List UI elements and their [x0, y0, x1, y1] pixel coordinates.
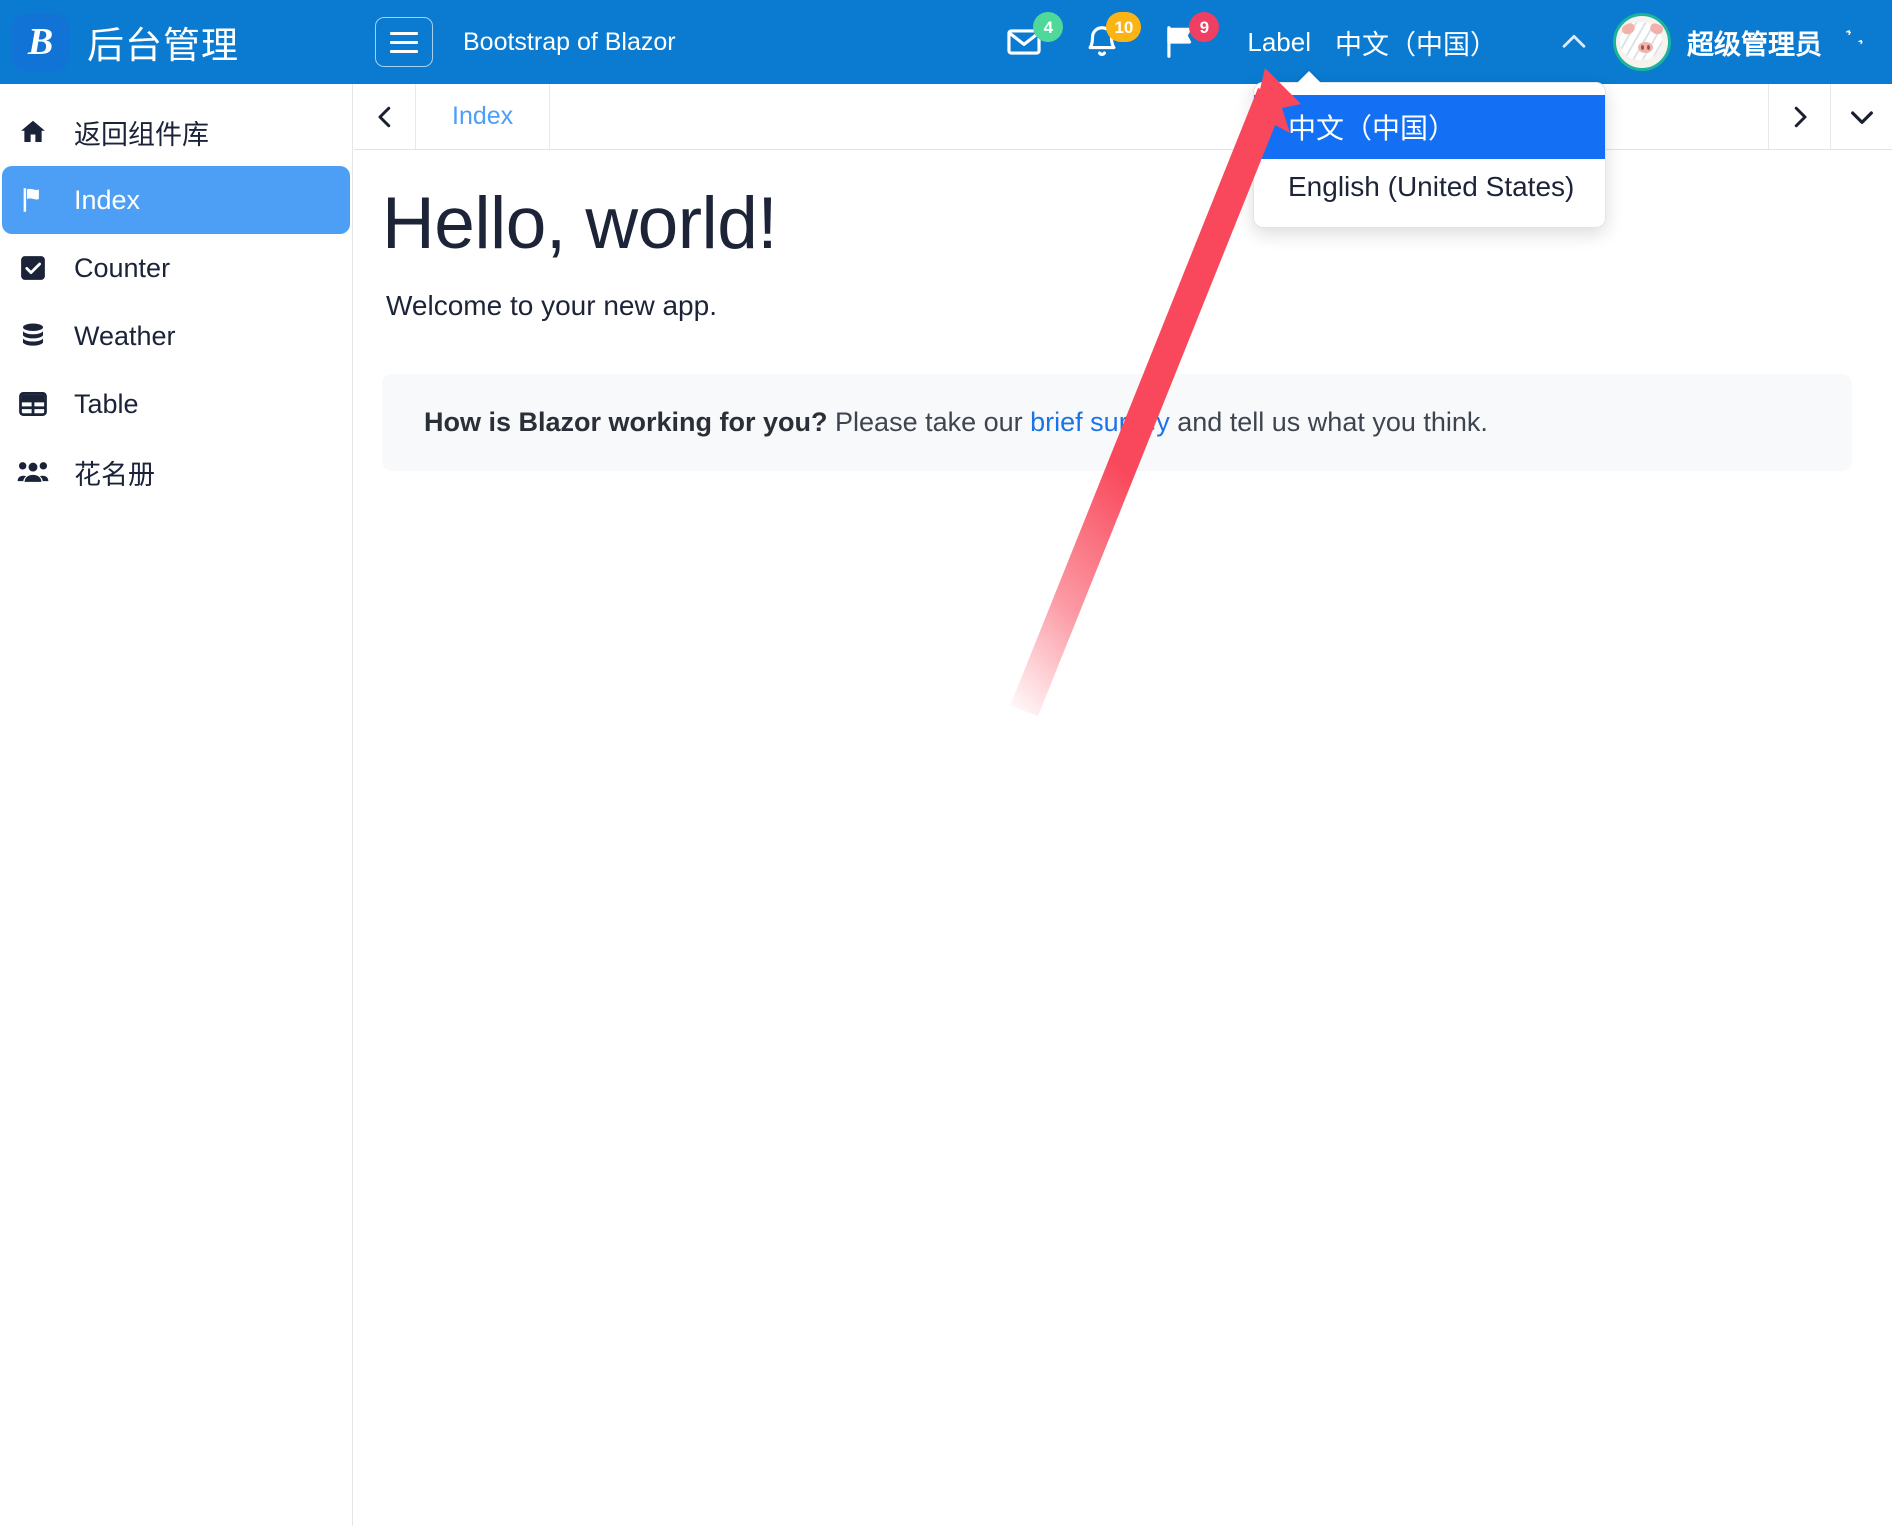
- language-option-en-us[interactable]: English (United States): [1254, 159, 1605, 215]
- sidebar-item-component-library[interactable]: 返回组件库: [2, 98, 350, 166]
- avatar-detail-center: [1638, 42, 1653, 53]
- page-subtitle: Welcome to your new app.: [386, 290, 717, 322]
- gears-icon[interactable]: [1838, 27, 1874, 57]
- sidebar-label: 花名册: [74, 459, 155, 490]
- mail-badge: 4: [1033, 12, 1064, 42]
- bell-badge: 10: [1106, 12, 1142, 42]
- sidebar-item-roster[interactable]: 花名册: [2, 438, 350, 506]
- app-root: B 后台管理 Bootstrap of Blazor 4 10 9 Label …: [0, 0, 1892, 1526]
- tab-index[interactable]: Index: [416, 84, 551, 149]
- hamburger-bar-2: [390, 40, 418, 44]
- tab-scroll-prev-button[interactable]: [354, 84, 416, 149]
- flag-icon[interactable]: 9: [1161, 12, 1220, 61]
- sidebar-label: Weather: [74, 320, 176, 351]
- header-label[interactable]: Label: [1247, 27, 1311, 58]
- sidebar-label: Table: [74, 388, 139, 419]
- survey-text-before: Please take our: [827, 407, 1031, 438]
- hamburger-bar-3: [390, 49, 418, 53]
- chevron-up-icon[interactable]: [1557, 25, 1591, 59]
- brand-block[interactable]: B 后台管理: [0, 0, 353, 84]
- page-title: Hello, world!: [382, 183, 778, 264]
- table-icon: [12, 389, 54, 419]
- sidebar-label: Counter: [74, 252, 171, 283]
- brand-title: 后台管理: [87, 25, 239, 66]
- sidebar-item-table[interactable]: Table: [2, 370, 350, 438]
- sidebar-item-counter[interactable]: Counter: [2, 234, 350, 302]
- bell-icon[interactable]: 10: [1083, 12, 1142, 61]
- top-header: B 后台管理 Bootstrap of Blazor 4 10 9 Label …: [0, 0, 1892, 84]
- header-icon-group: 4 10 9: [1005, 12, 1220, 61]
- language-option-zh-cn[interactable]: 中文（中国）: [1254, 95, 1605, 159]
- sidebar-item-weather[interactable]: Weather: [2, 302, 350, 370]
- mail-icon[interactable]: 4: [1005, 12, 1064, 61]
- tab-label: Index: [452, 102, 514, 130]
- hamburger-bar-1: [390, 31, 418, 35]
- home-icon: [12, 117, 54, 147]
- survey-text-after: and tell us what you think.: [1169, 407, 1488, 438]
- language-dropdown-menu: 中文（中国） English (United States): [1253, 82, 1606, 228]
- brief-survey-link[interactable]: brief survey: [1030, 407, 1170, 437]
- sidebar-label: Index: [74, 184, 141, 215]
- main-content: Hello, world! Welcome to your new app. H…: [354, 150, 1892, 1526]
- database-icon: [12, 321, 54, 351]
- sidebar-label: 返回组件库: [74, 119, 209, 150]
- flag-badge: 9: [1189, 12, 1220, 42]
- tab-scroll-next-button[interactable]: [1768, 84, 1830, 149]
- survey-alert: How is Blazor working for you? Please ta…: [382, 374, 1852, 471]
- survey-question: How is Blazor working for you?: [424, 407, 828, 438]
- user-avatar[interactable]: [1613, 13, 1671, 71]
- language-selector[interactable]: 中文（中国）: [1335, 23, 1497, 62]
- flag-icon: [12, 185, 54, 215]
- sidebar-item-index[interactable]: Index: [2, 166, 350, 234]
- user-name-label[interactable]: 超级管理员: [1687, 23, 1822, 62]
- hamburger-menu-button[interactable]: [375, 17, 433, 67]
- tab-bar: Index: [354, 84, 1892, 150]
- people-icon: [12, 457, 54, 487]
- checkbox-icon: [12, 253, 54, 283]
- sidebar-nav: 返回组件库 Index Counter Weather Table 花名册: [0, 84, 353, 1526]
- tab-dropdown-button[interactable]: [1830, 84, 1892, 149]
- brand-logo-icon: B: [12, 13, 69, 71]
- app-title: Bootstrap of Blazor: [463, 27, 676, 56]
